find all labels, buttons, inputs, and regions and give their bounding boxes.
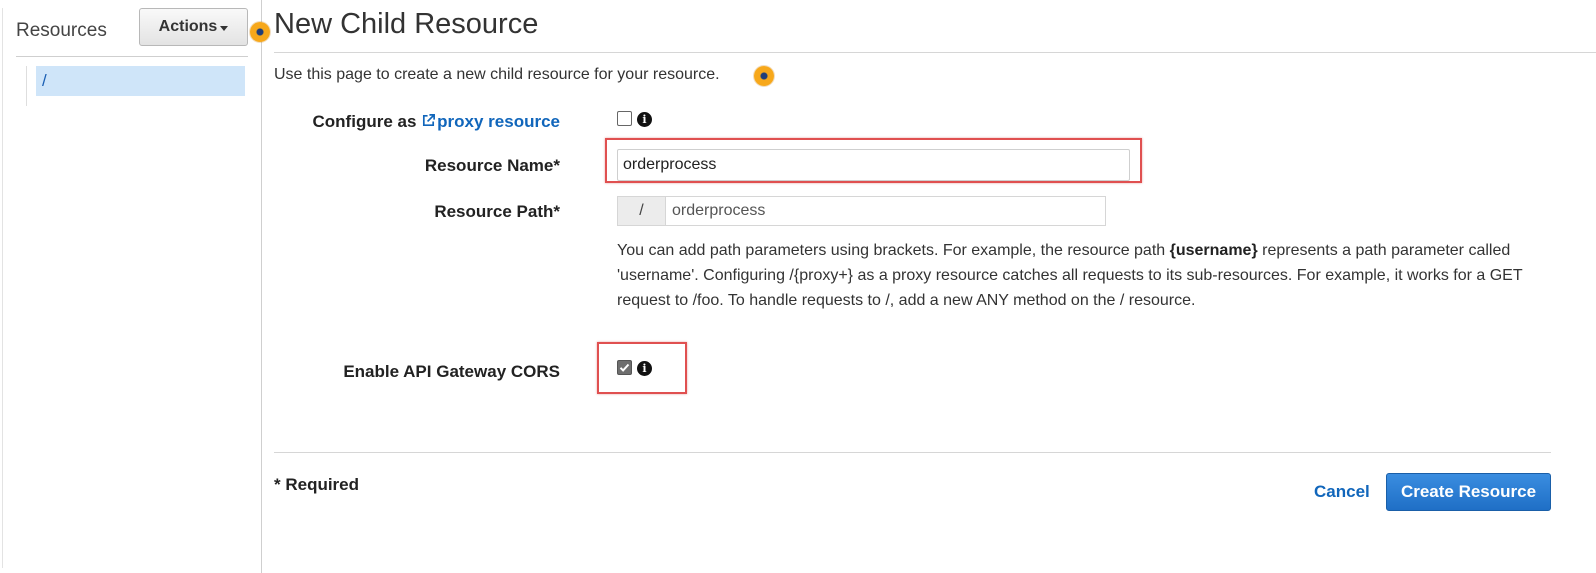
sidebar-divider [16, 56, 248, 57]
proxy-resource-checkbox[interactable] [617, 111, 632, 126]
proxy-link-text: proxy resource [437, 112, 560, 131]
create-resource-button[interactable]: Create Resource [1386, 473, 1551, 511]
hotspot-marker-icon[interactable] [754, 66, 774, 86]
tree-guide-line [26, 66, 27, 106]
checkmark-icon [619, 363, 630, 372]
path-help-text: You can add path parameters using bracke… [617, 238, 1547, 313]
resource-name-input[interactable] [617, 149, 1130, 181]
info-icon[interactable]: i [637, 112, 652, 127]
resource-path-label: Resource Path* [434, 202, 560, 221]
page-title: New Child Resource [274, 8, 539, 40]
actions-dropdown-button[interactable]: Actions [139, 8, 248, 46]
resource-name-label: Resource Name* [424, 156, 560, 175]
external-link-icon [423, 114, 436, 127]
resource-path-field[interactable]: orderprocess [665, 196, 1106, 226]
proxy-label-prefix: Configure as [312, 112, 417, 131]
cors-checkbox[interactable] [617, 360, 632, 375]
required-note: * Required [274, 475, 360, 494]
help-text-bold: {username} [1169, 242, 1258, 259]
title-divider [274, 52, 1596, 53]
proxy-resource-label: Configure as proxy resource [313, 112, 560, 132]
caret-down-icon [220, 25, 229, 31]
resource-path-prefix: / [617, 196, 665, 226]
footer-divider [274, 452, 1551, 453]
intro-text: Use this page to create a new child reso… [274, 66, 720, 83]
proxy-resource-link[interactable]: proxy resource [421, 112, 560, 131]
resources-sidebar: Resources Actions / [0, 0, 262, 573]
hotspot-marker-icon[interactable] [250, 22, 270, 42]
sidebar-title: Resources [16, 20, 107, 41]
help-text-part1: You can add path parameters using bracke… [617, 242, 1170, 259]
info-icon[interactable]: i [637, 361, 652, 376]
tree-item-root[interactable]: / [36, 66, 245, 96]
actions-label: Actions [158, 18, 218, 35]
cancel-button[interactable]: Cancel [1314, 482, 1370, 502]
cors-label: Enable API Gateway CORS [343, 362, 560, 381]
